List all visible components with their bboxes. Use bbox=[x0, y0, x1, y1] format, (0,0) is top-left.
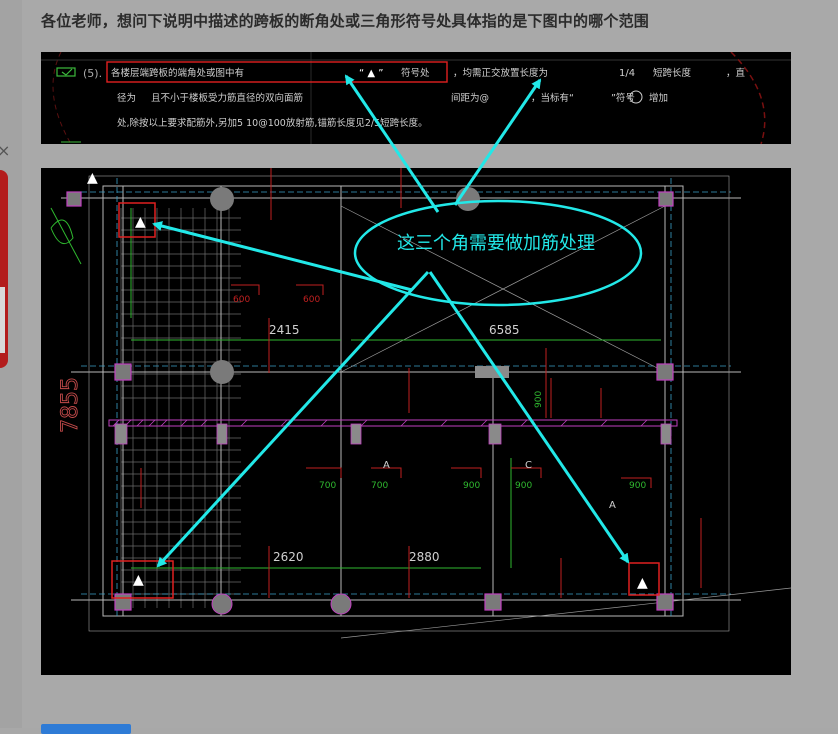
dim-vertical-label: 7855 bbox=[58, 377, 83, 433]
dim-6585-label: 6585 bbox=[489, 323, 520, 337]
note-line1-tail: 短跨长度 bbox=[653, 67, 692, 79]
note-line1-end: ，直 bbox=[726, 67, 746, 79]
label-700-a: 700 bbox=[319, 481, 336, 491]
corner-triangle-bottom-right-icon: ▲ bbox=[637, 575, 648, 591]
annotation-text: 这三个角需要做加筋处理 bbox=[397, 233, 595, 254]
close-icon[interactable]: × bbox=[0, 143, 10, 159]
label-c: C bbox=[525, 460, 532, 471]
corner-triangle-top-left-icon: ▲ bbox=[135, 214, 146, 230]
design-note-svg: (5). 各楼层端跨板的端角处或图中有 “ ▲ ” 符号处 ，均需正交放置长度为… bbox=[41, 52, 791, 144]
label-600-a: 600 bbox=[233, 295, 250, 305]
item-number: (5). bbox=[83, 67, 102, 80]
left-strip: × bbox=[0, 0, 22, 728]
label-900-d: 900 bbox=[534, 391, 544, 408]
note-line1-fraction: 1/4 bbox=[619, 68, 635, 79]
cad-plan-svg: 7855 2415 6585 2620 2880 600 600 700 700… bbox=[41, 168, 791, 675]
label-600-b: 600 bbox=[303, 295, 320, 305]
note-line2-end: 增加 bbox=[649, 92, 668, 104]
triangle-symbol-icon: ▲ bbox=[87, 170, 98, 186]
dim-2620-label: 2620 bbox=[273, 550, 304, 564]
side-badge-inner bbox=[0, 287, 5, 353]
note-line2-text: 径为 bbox=[117, 92, 136, 104]
label-900-b: 900 bbox=[515, 481, 532, 491]
label-900-c: 900 bbox=[629, 481, 646, 491]
label-700-b: 700 bbox=[371, 481, 388, 491]
corner-triangle-bottom-left-icon: ▲ bbox=[133, 572, 144, 588]
dim-2880-label: 2880 bbox=[409, 550, 440, 564]
design-note-image: (5). 各楼层端跨板的端角处或图中有 “ ▲ ” 符号处 ，均需正交放置长度为… bbox=[41, 52, 791, 144]
label-a-right: A bbox=[609, 500, 616, 511]
note-line1-text: 各楼层端跨板的端角处或图中有 bbox=[111, 67, 244, 79]
note-line2-more: 且不小于楼板受力筋直径的双向面筋 bbox=[151, 92, 303, 104]
label-900-a: 900 bbox=[463, 481, 480, 491]
note-line2-spacing: 间距为@ bbox=[451, 92, 489, 104]
dim-2415-label: 2415 bbox=[269, 323, 300, 337]
note-line1-suffix: 符号处 bbox=[401, 67, 430, 79]
note-line2-when: ，当标有“ bbox=[531, 92, 574, 104]
cad-plan-image: 7855 2415 6585 2620 2880 600 600 700 700… bbox=[41, 168, 791, 675]
side-promo-badge[interactable] bbox=[0, 170, 8, 368]
question-title: 各位老师，想问下说明中描述的跨板的断角处或三角形符号处具体指的是下图中的哪个范围 bbox=[41, 12, 650, 30]
bottom-action-button[interactable] bbox=[41, 724, 131, 734]
label-a-top: A bbox=[383, 460, 390, 471]
note-line1-symbol: “ ▲ ” bbox=[359, 68, 383, 79]
note-line1-rest: ，均需正交放置长度为 bbox=[453, 67, 548, 79]
note-line3-text: 处,除按以上要求配筋外,另加5 10@100放射筋,锚筋长度见2/5短跨长度。 bbox=[117, 117, 428, 129]
